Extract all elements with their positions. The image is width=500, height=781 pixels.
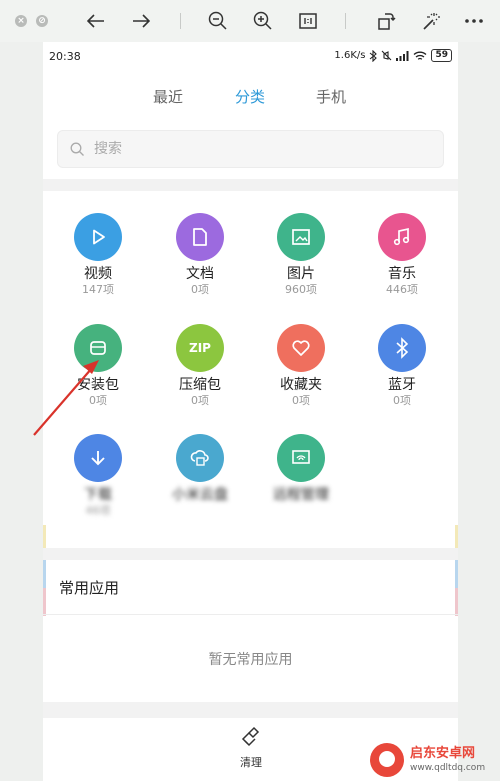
edge-strip — [455, 588, 458, 616]
category-label: 压缩包 — [179, 377, 221, 393]
more-icon[interactable] — [463, 10, 485, 32]
magic-wand-icon[interactable] — [419, 10, 441, 32]
edge-strip — [43, 560, 46, 588]
play-icon — [74, 213, 122, 261]
package-icon — [74, 324, 122, 372]
category-count: 0项 — [292, 394, 310, 407]
watermark-logo-icon — [370, 742, 404, 777]
image-icon — [277, 213, 325, 261]
category-label: 图片 — [287, 266, 315, 282]
image-viewer-toolbar: × ⊘ — [0, 0, 500, 42]
toolbar-divider — [180, 13, 181, 29]
status-bar: 20:38 1.6K/s 59 — [43, 42, 458, 72]
phone-screen: 20:38 1.6K/s 59 最近 分类 手机 视频 147项 文档 0项 — [43, 42, 458, 781]
status-time: 20:38 — [49, 50, 81, 63]
search-icon — [70, 142, 84, 156]
category-download[interactable]: 下载 46项 — [53, 434, 143, 517]
zoom-in-icon[interactable] — [252, 10, 274, 32]
clean-button[interactable]: 清理 — [226, 726, 276, 770]
empty-state-text: 暂无常用应用 — [208, 652, 293, 668]
watermark: 启东安卓网 www.qdltdq.com — [370, 738, 500, 781]
edge-strip — [455, 560, 458, 588]
category-favorites[interactable]: 收藏夹 0项 — [256, 324, 346, 407]
battery-icon: 59 — [431, 49, 452, 62]
category-cloud[interactable]: 小米云盘 — [155, 434, 245, 504]
zip-icon: ZIP — [176, 324, 224, 372]
section-divider — [43, 702, 458, 718]
actual-size-icon[interactable] — [297, 10, 319, 32]
signal-icon — [396, 50, 409, 61]
music-icon — [378, 213, 426, 261]
bluetooth-icon — [378, 324, 426, 372]
network-speed: 1.6K/s — [334, 50, 366, 61]
category-label: 蓝牙 — [388, 377, 416, 393]
remote-icon — [277, 434, 325, 482]
category-count: 147项 — [82, 283, 114, 296]
download-icon — [74, 434, 122, 482]
category-label: 小米云盘 — [172, 487, 228, 503]
clean-label: 清理 — [240, 756, 262, 769]
category-count: 46项 — [85, 504, 111, 517]
section-divider — [43, 179, 458, 191]
category-label: 视频 — [84, 266, 112, 282]
category-label: 下载 — [84, 487, 112, 503]
category-bluetooth[interactable]: 蓝牙 0项 — [357, 324, 447, 407]
category-package[interactable]: 安装包 0项 — [53, 324, 143, 407]
back-arrow-icon[interactable] — [86, 10, 106, 32]
category-count: 0项 — [191, 283, 209, 296]
frequent-apps-title: 常用应用 — [59, 579, 120, 597]
category-label: 收藏夹 — [280, 377, 322, 393]
status-icons: 1.6K/s 59 — [334, 49, 452, 62]
category-count: 960项 — [285, 283, 317, 296]
tab-phone[interactable]: 手机 — [316, 86, 346, 107]
rotate-icon[interactable] — [375, 10, 397, 32]
forward-arrow-icon[interactable] — [131, 10, 151, 32]
category-count: 0项 — [191, 394, 209, 407]
watermark-url: www.qdltdq.com — [410, 762, 486, 773]
category-label: 音乐 — [388, 266, 416, 282]
document-icon — [176, 213, 224, 261]
tab-recent[interactable]: 最近 — [153, 86, 183, 107]
toolbar-divider — [345, 13, 346, 29]
category-video[interactable]: 视频 147项 — [53, 213, 143, 296]
wifi-icon — [414, 51, 427, 60]
mute-icon — [382, 50, 392, 61]
category-remote[interactable]: 远程管理 — [256, 434, 346, 504]
cloud-icon — [176, 434, 224, 482]
minimize-icon[interactable]: ⊘ — [36, 15, 48, 27]
zoom-out-icon[interactable] — [207, 10, 229, 32]
watermark-name: 启东安卓网 — [410, 745, 476, 761]
divider — [43, 614, 458, 615]
category-image[interactable]: 图片 960项 — [256, 213, 346, 296]
category-music[interactable]: 音乐 446项 — [357, 213, 447, 296]
heart-icon — [277, 324, 325, 372]
category-count: 446项 — [386, 283, 418, 296]
edge-strip — [43, 588, 46, 616]
zip-badge: ZIP — [189, 341, 211, 355]
close-icon[interactable]: × — [15, 15, 27, 27]
broom-icon — [241, 726, 260, 747]
category-label: 远程管理 — [273, 487, 329, 503]
category-label: 文档 — [186, 266, 214, 282]
tab-category[interactable]: 分类 — [235, 86, 265, 107]
category-zip[interactable]: ZIP 压缩包 0项 — [155, 324, 245, 407]
section-divider — [43, 548, 458, 560]
category-label: 安装包 — [77, 377, 119, 393]
category-count: 0项 — [393, 394, 411, 407]
category-document[interactable]: 文档 0项 — [155, 213, 245, 296]
bluetooth-status-icon — [370, 49, 378, 62]
category-count: 0项 — [89, 394, 107, 407]
search-input[interactable] — [94, 131, 424, 167]
search-box[interactable] — [57, 130, 444, 168]
tab-bar: 最近 分类 手机 — [43, 82, 458, 112]
